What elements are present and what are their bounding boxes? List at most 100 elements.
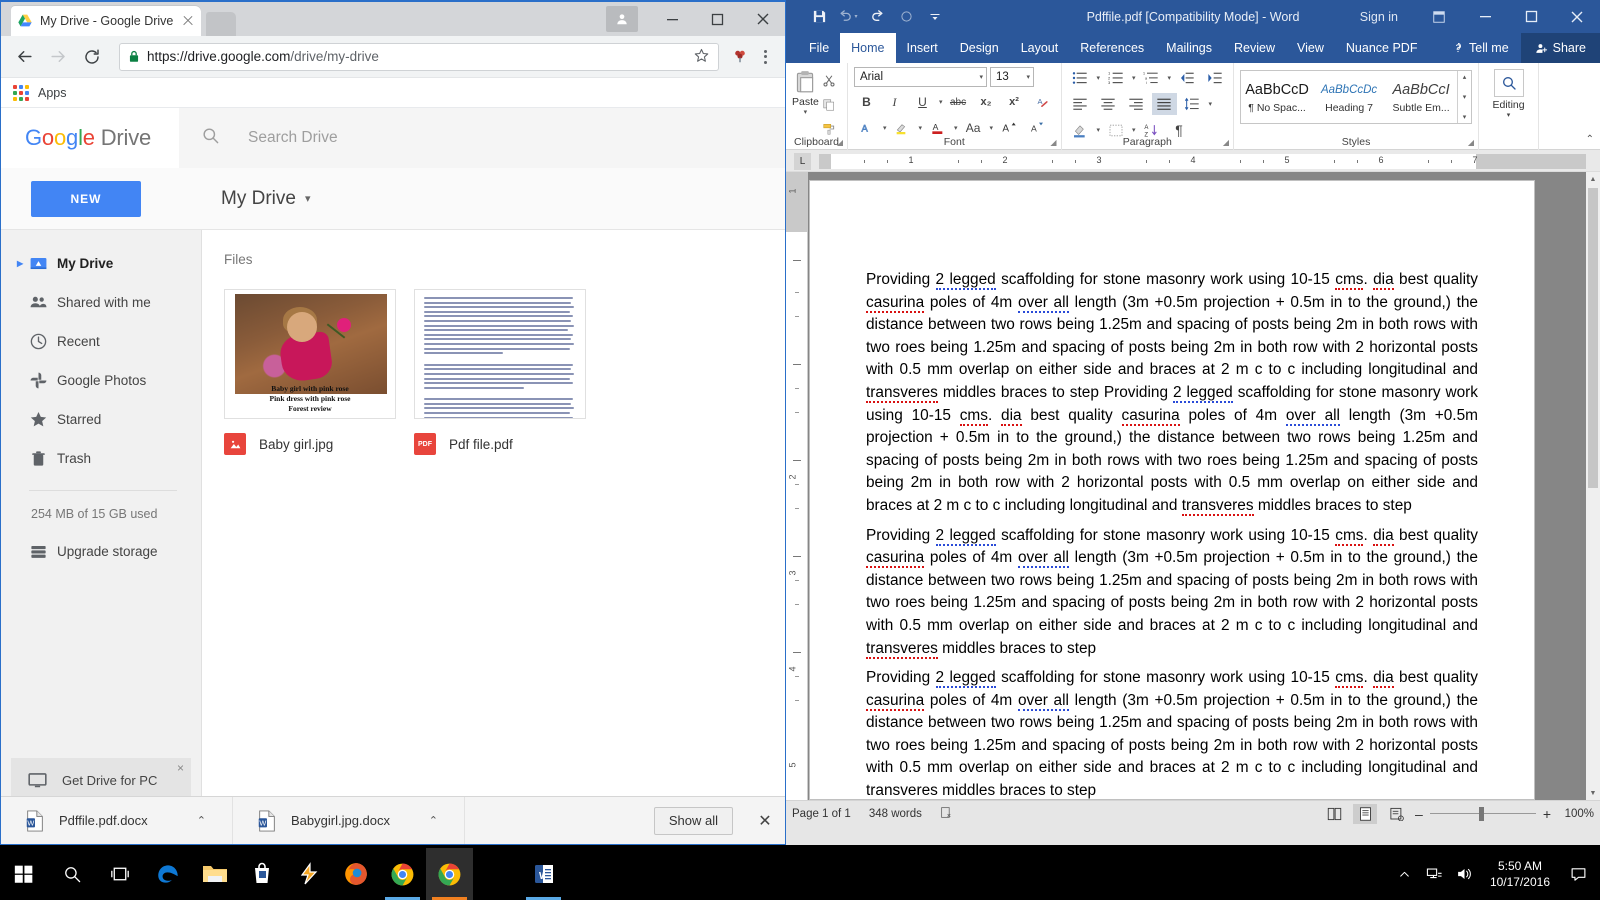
sidebar-item-my-drive[interactable]: ▶ My Drive [1, 244, 201, 283]
sign-in-link[interactable]: Sign in [1360, 10, 1398, 24]
underline-options-caret-icon[interactable]: ▾ [939, 98, 943, 106]
tab-view[interactable]: View [1286, 33, 1335, 63]
expand-triangle-icon[interactable]: ▶ [17, 259, 23, 268]
redo-icon[interactable] [864, 5, 890, 29]
scroll-down-icon[interactable]: ▼ [1586, 786, 1600, 800]
sidebar-item-shared-with-me[interactable]: Shared with me [1, 283, 201, 322]
drive-search-bar[interactable]: Search Drive [179, 108, 785, 168]
styles-more-icon[interactable]: ▾ [1463, 113, 1467, 121]
chrome-menu-icon[interactable] [753, 49, 777, 64]
editing-caret-icon[interactable]: ▾ [1507, 111, 1511, 119]
font-size-combobox[interactable]: 13 ▾ [990, 67, 1034, 87]
taskbar-app-firefox[interactable] [332, 848, 379, 900]
taskbar-app-edge[interactable] [144, 848, 191, 900]
style-item-no-spacing[interactable]: AaBbCcD ¶ No Spac... [1241, 71, 1313, 123]
upgrade-storage-button[interactable]: Upgrade storage [1, 531, 201, 571]
sidebar-item-google-photos[interactable]: Google Photos [1, 361, 201, 400]
collapse-ribbon-icon[interactable]: ⌃ [1586, 134, 1594, 145]
bookmark-star-icon[interactable] [693, 47, 710, 67]
apps-grid-icon[interactable] [13, 84, 29, 101]
chevron-up-icon[interactable]: ⌃ [197, 814, 206, 827]
close-icon[interactable]: × [177, 761, 184, 775]
paste-button[interactable]: Paste ▾ [792, 67, 819, 139]
subscript-button[interactable]: x₂ [974, 91, 999, 113]
word-count[interactable]: 348 words [869, 808, 922, 820]
styles-scroll-controls[interactable]: ▴ ▾ ▾ [1457, 71, 1471, 123]
taskbar-app-chrome-active[interactable] [426, 848, 473, 900]
zoom-out-button[interactable]: – [1415, 806, 1423, 822]
underline-button[interactable]: U [910, 91, 935, 113]
windows-start-icon[interactable] [0, 848, 48, 900]
sidebar-item-trash[interactable]: Trash [1, 439, 201, 478]
copy-icon[interactable] [819, 94, 840, 115]
vertical-ruler[interactable]: 1 2 3 4 5 [786, 172, 808, 800]
file-card-pdf-file[interactable]: PDF Pdf file.pdf [414, 289, 586, 455]
paragraph-dialog-launcher[interactable]: ◢ [1223, 138, 1229, 147]
volume-icon[interactable] [1450, 848, 1480, 900]
superscript-button[interactable]: x² [1002, 91, 1027, 113]
ribbon-display-options-icon[interactable] [1416, 0, 1462, 33]
strikethrough-button[interactable]: abc [946, 91, 971, 113]
profile-avatar-icon[interactable] [606, 6, 638, 32]
word-close-button[interactable] [1554, 0, 1600, 33]
taskbar-app-winamp[interactable] [285, 848, 332, 900]
taskbar-app-word[interactable]: W [520, 848, 567, 900]
multilevel-caret-icon[interactable]: ▾ [1168, 74, 1172, 82]
bold-button[interactable]: B [854, 91, 879, 113]
network-icon[interactable] [1420, 848, 1450, 900]
new-tab-button[interactable] [206, 12, 236, 36]
word-maximize-button[interactable] [1508, 0, 1554, 33]
italic-button[interactable]: I [882, 91, 907, 113]
tell-me-button[interactable]: Tell me [1440, 33, 1521, 63]
tab-layout[interactable]: Layout [1010, 33, 1070, 63]
taskbar-search-icon[interactable] [48, 848, 96, 900]
multilevel-list-icon[interactable]: 1ai [1139, 67, 1164, 89]
clear-formatting-icon[interactable]: A [1030, 91, 1055, 113]
close-downloads-bar-icon[interactable]: ✕ [745, 811, 785, 831]
numbering-caret-icon[interactable]: ▾ [1132, 74, 1136, 82]
tab-home[interactable]: Home [840, 33, 896, 63]
chevron-up-icon[interactable]: ⌃ [429, 814, 438, 827]
browser-tab-my-drive[interactable]: My Drive - Google Drive [11, 6, 201, 36]
styles-scroll-up-icon[interactable]: ▴ [1463, 73, 1467, 81]
extension-icon[interactable] [727, 48, 753, 66]
tab-references[interactable]: References [1069, 33, 1155, 63]
taskbar-clock[interactable]: 5:50 AM 10/17/2016 [1480, 858, 1560, 890]
align-left-icon[interactable] [1068, 93, 1093, 115]
print-layout-icon[interactable] [1353, 803, 1378, 824]
proofing-errors-icon[interactable] [940, 806, 953, 822]
tab-mailings[interactable]: Mailings [1155, 33, 1223, 63]
numbered-list-icon[interactable]: 123 [1103, 67, 1128, 89]
tab-design[interactable]: Design [949, 33, 1010, 63]
bullet-list-icon[interactable] [1068, 67, 1093, 89]
styles-dialog-launcher[interactable]: ◢ [1468, 138, 1474, 147]
sidebar-item-recent[interactable]: Recent [1, 322, 201, 361]
bookmark-apps-label[interactable]: Apps [38, 86, 67, 100]
document-vertical-scrollbar[interactable]: ▲ ▼ [1586, 172, 1600, 800]
styles-gallery[interactable]: AaBbCcD ¶ No Spac... AaBbCcDc Heading 7 … [1240, 70, 1473, 124]
shading-caret-icon[interactable]: ▾ [1097, 126, 1101, 134]
cut-icon[interactable] [819, 70, 840, 91]
read-mode-icon[interactable] [1322, 804, 1346, 824]
document-page[interactable]: Providing 2 legged scaffolding for stone… [809, 180, 1535, 800]
new-button[interactable]: NEW [31, 180, 141, 217]
breadcrumb[interactable]: My Drive ▾ [221, 188, 310, 210]
tab-review[interactable]: Review [1223, 33, 1286, 63]
decrease-indent-icon[interactable] [1174, 67, 1199, 89]
clipboard-dialog-launcher[interactable]: ◢ [837, 138, 843, 147]
style-item-heading-7[interactable]: AaBbCcDc Heading 7 [1313, 71, 1385, 123]
task-view-icon[interactable] [96, 848, 144, 900]
align-center-icon[interactable] [1096, 93, 1121, 115]
tab-file[interactable]: File [798, 33, 840, 63]
bullets-caret-icon[interactable]: ▾ [1097, 74, 1101, 82]
undo-icon[interactable]: ▾ [835, 5, 861, 29]
style-item-subtle-emphasis[interactable]: AaBbCcI Subtle Em... [1385, 71, 1457, 123]
justify-icon[interactable] [1151, 93, 1177, 115]
font-color-caret-icon[interactable]: ▾ [954, 124, 958, 132]
chrome-maximize-button[interactable] [695, 2, 740, 36]
horizontal-ruler[interactable]: L 1 2 3 4 5 6 7 [786, 150, 1600, 172]
tab-nuance-pdf[interactable]: Nuance PDF [1335, 33, 1429, 63]
font-dialog-launcher[interactable]: ◢ [1050, 138, 1056, 147]
document-paragraph[interactable]: Providing 2 legged scaffolding for stone… [866, 269, 1478, 518]
zoom-slider[interactable] [1429, 806, 1536, 822]
